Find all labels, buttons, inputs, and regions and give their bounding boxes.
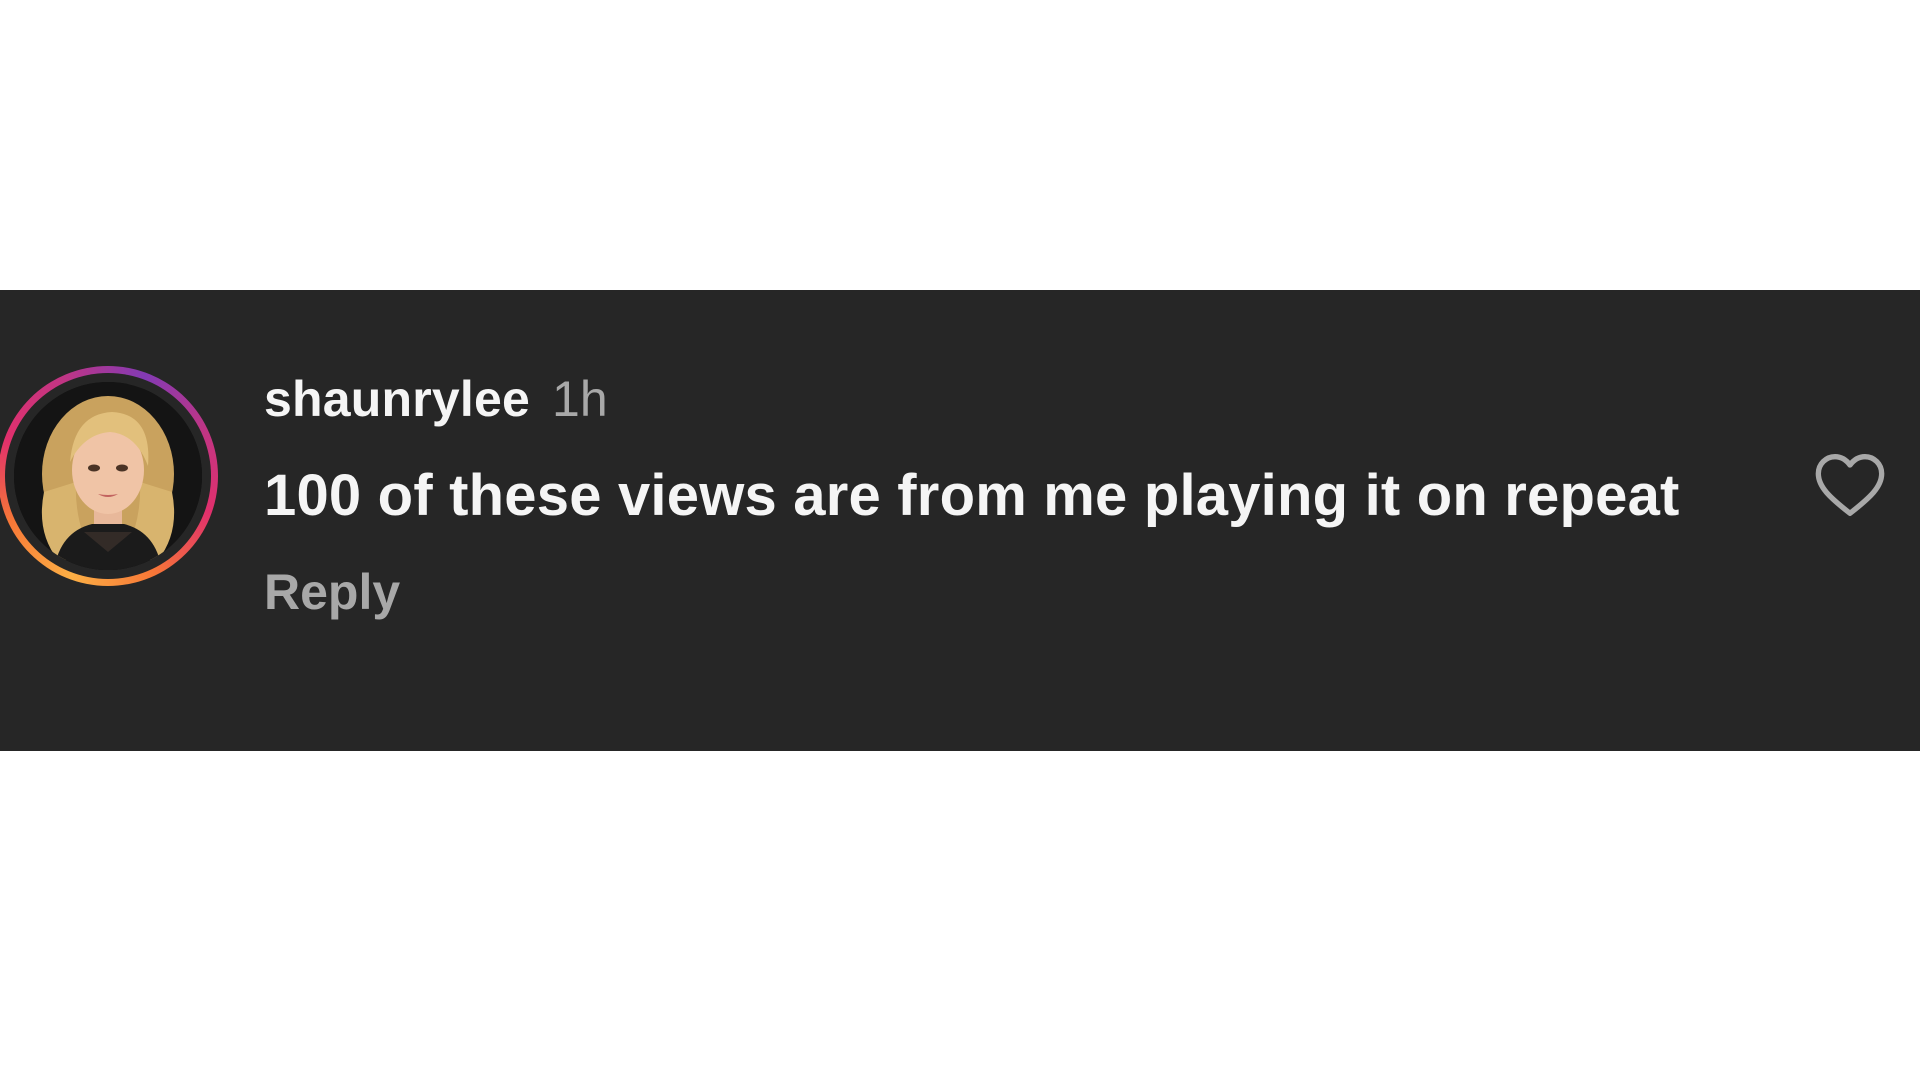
like-button[interactable] <box>1810 445 1890 525</box>
heart-outline-icon <box>1815 454 1885 516</box>
avatar-ring-gap <box>5 373 211 579</box>
comment-meta: shaunrylee 1h <box>264 370 1740 440</box>
comment-card: shaunrylee 1h 100 of these views are fro… <box>0 290 1920 751</box>
comment-body: shaunrylee 1h 100 of these views are fro… <box>264 370 1740 621</box>
page: shaunrylee 1h 100 of these views are fro… <box>0 0 1920 1080</box>
avatar[interactable] <box>14 382 202 570</box>
avatar-story-ring[interactable] <box>0 366 218 586</box>
comment-text: 100 of these views are from me playing i… <box>264 463 1680 528</box>
username-link[interactable]: shaunrylee <box>264 370 530 428</box>
comment-timestamp: 1h <box>552 371 608 427</box>
avatar-image <box>14 382 202 570</box>
reply-button[interactable]: Reply <box>264 563 400 621</box>
